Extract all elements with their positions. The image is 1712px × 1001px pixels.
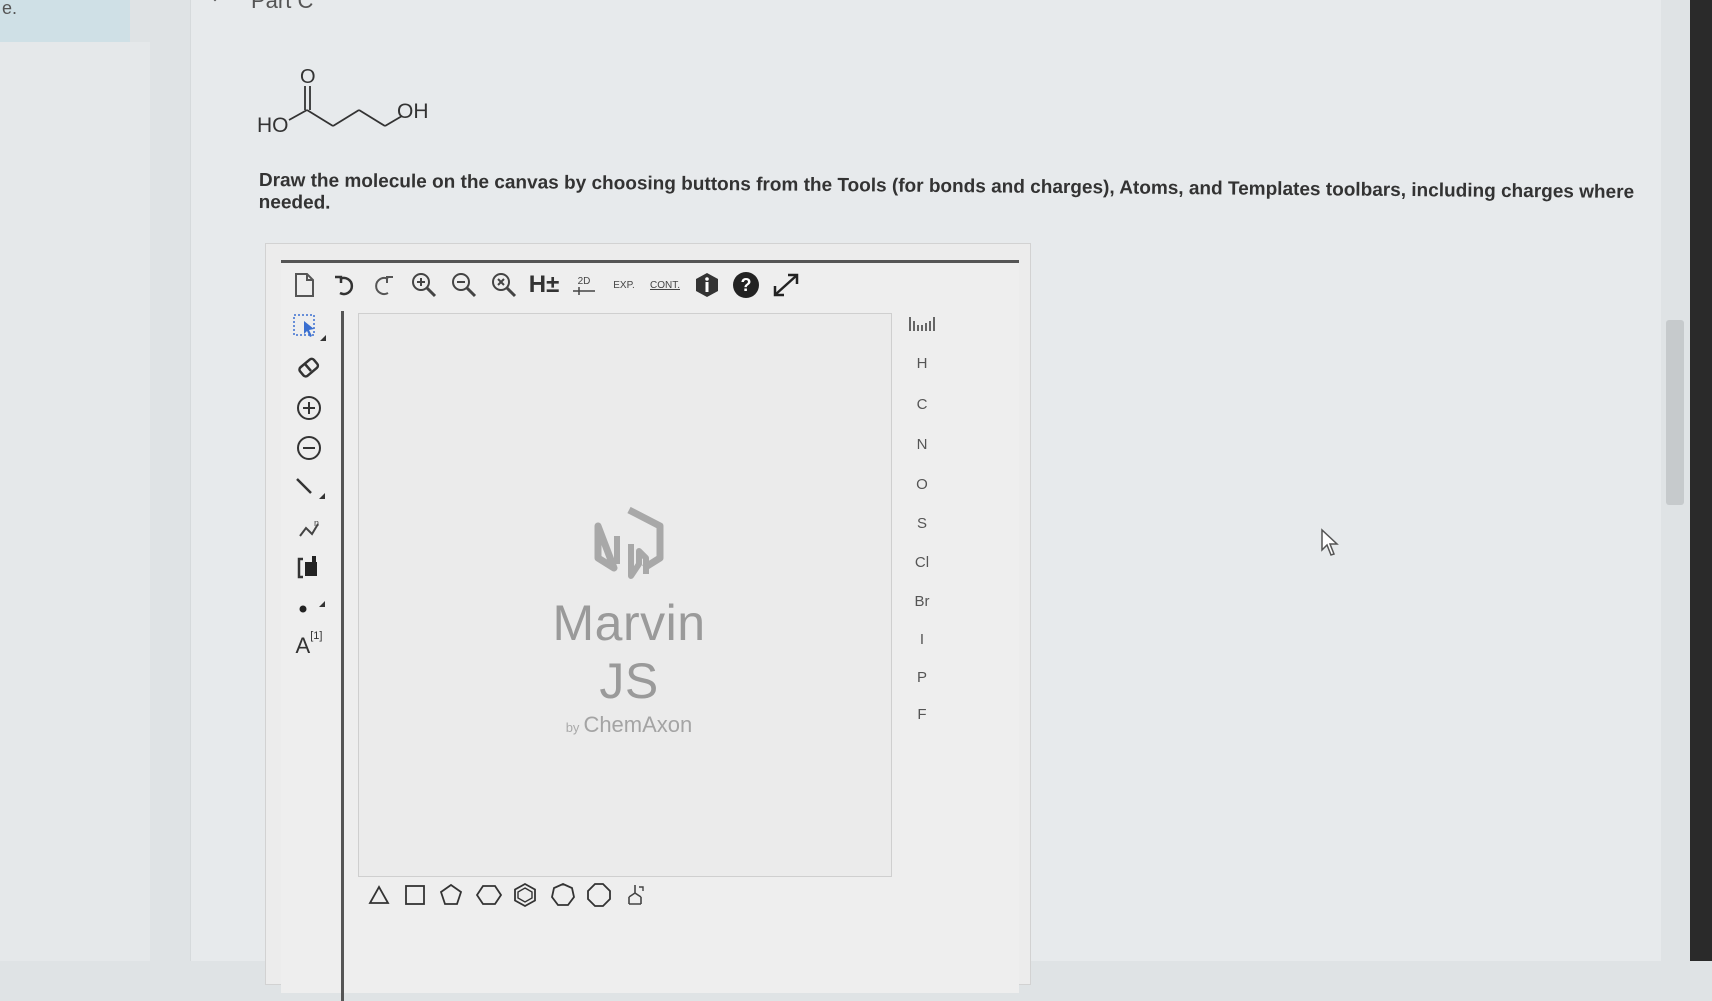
svg-text:n: n <box>314 518 319 528</box>
brand-sub: by ChemAxon <box>519 712 739 738</box>
ho-label: HO <box>257 114 289 137</box>
templates-toolbar <box>365 875 665 915</box>
drawing-canvas[interactable]: Marvin JS by ChemAxon <box>358 313 892 877</box>
clean-2d-label: 2D <box>577 275 591 287</box>
atom-button[interactable]: H <box>907 355 937 381</box>
question-page: Part C O HO OH Draw the molecule on the … <box>190 0 1661 1001</box>
expand-label: EXP. <box>613 279 635 291</box>
chevron-down-icon[interactable] <box>207 0 223 6</box>
atom-map-sup: [1] <box>310 630 323 642</box>
undo-icon[interactable] <box>329 271 359 299</box>
clean-2d-button[interactable]: 2D <box>569 271 599 299</box>
atom-button[interactable]: O <box>907 476 937 502</box>
atom-map-tool[interactable]: A [1] <box>289 629 329 663</box>
molecule-structure: O HO OH <box>257 66 457 155</box>
brand-company: ChemAxon <box>583 712 693 737</box>
octagon-template-icon[interactable] <box>585 881 613 909</box>
atom-button[interactable]: C <box>907 396 937 422</box>
atom-button[interactable]: S <box>907 515 937 541</box>
brand-by: by <box>565 720 580 735</box>
single-bond-tool[interactable] <box>289 471 329 505</box>
expand-button[interactable]: EXP. <box>607 271 641 299</box>
h-toggle-label: H± <box>528 271 560 298</box>
periodic-table-icon[interactable] <box>907 315 937 341</box>
info-icon[interactable] <box>693 271 721 299</box>
square-template-icon[interactable] <box>401 881 429 909</box>
triangle-template-icon[interactable] <box>365 881 393 909</box>
help-icon[interactable]: ? <box>731 271 761 299</box>
marvin-brand: Marvin JS by ChemAxon <box>519 506 739 738</box>
page-scrollbar[interactable] <box>1666 320 1684 505</box>
contract-button[interactable]: CONT. <box>647 271 683 299</box>
atom-map-label: A <box>295 633 311 658</box>
hexagon-template-icon[interactable] <box>475 881 503 909</box>
part-title[interactable]: Part C <box>251 0 313 14</box>
top-toolbar: H± 2D EXP. CONT. ? <box>281 263 1019 309</box>
eraser-icon[interactable] <box>289 351 329 385</box>
add-explicit-hydrogens-button[interactable]: H± <box>527 271 561 299</box>
fullscreen-icon[interactable] <box>769 271 803 299</box>
zoom-reset-icon[interactable] <box>489 271 519 299</box>
new-document-icon[interactable] <box>289 271 319 299</box>
instructions-text: Draw the molecule on the canvas by choos… <box>258 170 1635 214</box>
left-toolbar: n A [1] <box>281 311 344 1001</box>
pentagon-template-icon[interactable] <box>437 881 465 909</box>
heptagon-template-icon[interactable] <box>549 881 577 909</box>
radical-tool[interactable] <box>289 591 329 625</box>
left-strip-label: e. <box>2 0 18 18</box>
atom-button[interactable]: N <box>907 436 937 462</box>
atoms-toolbar: H C N O S Cl Br I P F <box>897 311 947 811</box>
marvin-editor: H± 2D EXP. CONT. ? n A [1] Marvin JS by … <box>265 243 1031 1001</box>
screen-edge <box>1690 0 1712 961</box>
contract-label: CONT. <box>650 279 680 291</box>
positive-charge-icon[interactable] <box>289 391 329 425</box>
carbonyl-o-label: O <box>300 66 316 88</box>
benzene-template-icon[interactable] <box>511 881 539 909</box>
left-nav-strip[interactable]: e. <box>0 0 130 42</box>
atom-button[interactable]: F <box>907 706 937 732</box>
marvin-logo-icon <box>594 506 664 579</box>
marvin-editor-frame: H± 2D EXP. CONT. ? n A [1] Marvin JS by … <box>281 260 1019 1001</box>
chain-tool[interactable]: n <box>289 511 329 545</box>
left-gutter <box>0 42 150 961</box>
atom-button[interactable]: Br <box>907 593 937 619</box>
negative-charge-icon[interactable] <box>289 431 329 465</box>
sgroup-bracket-icon[interactable] <box>289 551 329 585</box>
svg-text:?: ? <box>741 275 752 295</box>
oh-label: OH <box>397 100 429 123</box>
brand-name: Marvin JS <box>552 595 706 709</box>
redo-icon[interactable] <box>369 271 399 299</box>
zoom-in-icon[interactable] <box>409 271 439 299</box>
atom-button[interactable]: P <box>907 669 937 695</box>
template-library-icon[interactable] <box>621 881 649 909</box>
select-tool[interactable] <box>289 311 329 345</box>
mouse-cursor-icon <box>1321 528 1339 556</box>
atom-button[interactable]: Cl <box>907 554 937 580</box>
atom-button[interactable]: I <box>907 631 937 657</box>
zoom-out-icon[interactable] <box>449 271 479 299</box>
